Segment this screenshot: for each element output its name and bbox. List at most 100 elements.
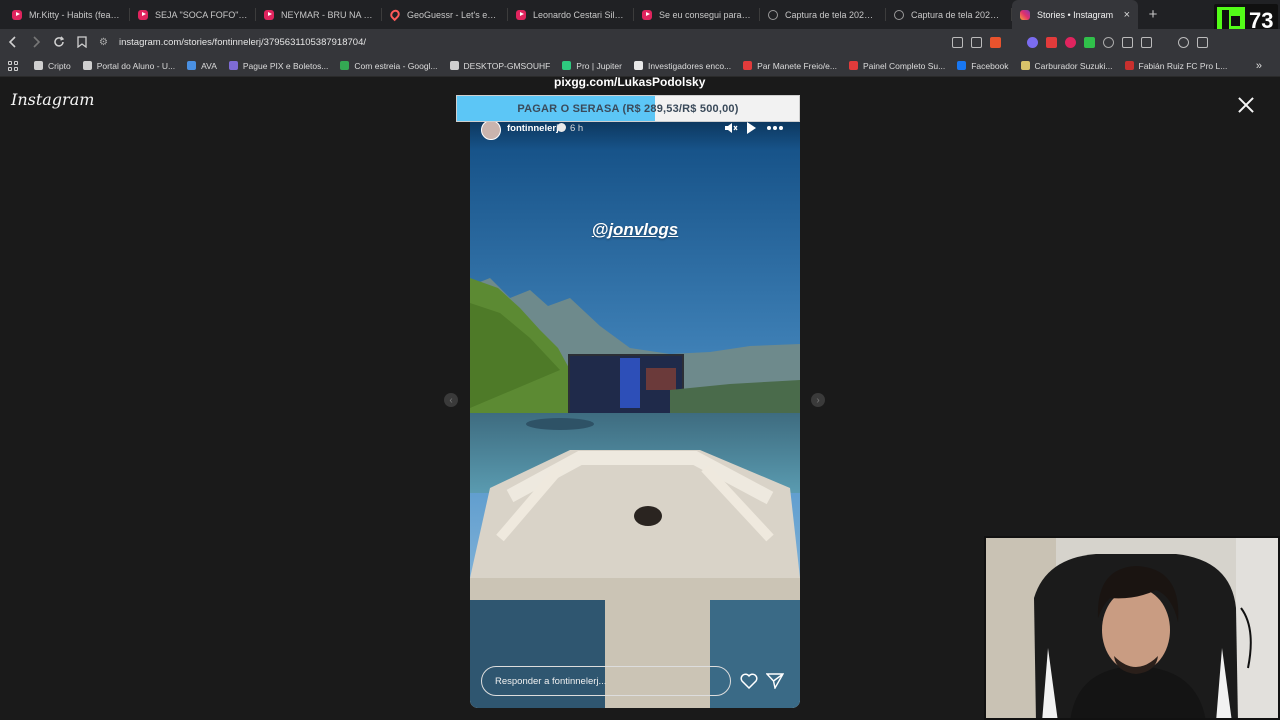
- bookmark-label: Com estreia - Googl...: [354, 60, 438, 71]
- browser-tab[interactable]: GeoGuessr - Let's explore: [382, 0, 508, 29]
- more-options-icon[interactable]: [767, 126, 783, 130]
- bookmark-item[interactable]: Cripto: [34, 61, 71, 71]
- drive-icon: [340, 61, 350, 70]
- extension-pink-icon[interactable]: [1065, 36, 1077, 48]
- bookmark-item[interactable]: Carburador Suzuki...: [1020, 61, 1113, 71]
- bookmark-item[interactable]: Painel Completo Su...: [848, 60, 946, 71]
- extension-purple-icon[interactable]: [1027, 36, 1039, 48]
- instagram-logo[interactable]: Instagram: [11, 90, 94, 109]
- more-bookmarks-button[interactable]: »: [1256, 60, 1262, 72]
- new-tab-button[interactable]: +: [1142, 4, 1164, 26]
- donation-goal-bar: PAGAR O SERASA (R$ 289,53/R$ 500,00): [456, 95, 800, 122]
- bookmark-label: Par Manete Freio/e...: [757, 60, 837, 71]
- bookmark-item[interactable]: Pro | Jupiter: [562, 61, 622, 71]
- jupiter-icon: [562, 61, 572, 70]
- shop-icon: [743, 61, 753, 70]
- youtube-icon: [138, 9, 148, 20]
- bookmark-item[interactable]: Portal do Aluno - U...: [82, 61, 175, 71]
- instagram-icon: [1020, 9, 1030, 20]
- browser-tab[interactable]: Mr.Kitty - Habits (feat. PAS: [4, 0, 130, 29]
- reload-button[interactable]: [50, 32, 69, 52]
- bookmark-item[interactable]: Investigadores enco...: [633, 60, 732, 71]
- share-icon[interactable]: [971, 36, 983, 48]
- arrow-left-icon: [9, 36, 16, 48]
- screen-icon[interactable]: [952, 36, 964, 48]
- bookmark-item[interactable]: DESKTOP-GMSOUHF: [449, 61, 550, 71]
- story-card[interactable]: fontinnelerj 6 h @jonvlogs Responder a f…: [470, 108, 800, 708]
- globe-icon: [82, 61, 92, 70]
- bookmark-label: Cripto: [48, 60, 71, 71]
- avatar[interactable]: [481, 120, 501, 140]
- desktop-icon: [449, 61, 459, 70]
- muted-speaker-icon[interactable]: [724, 121, 738, 135]
- ava-icon: [187, 61, 197, 70]
- sidebar-icon[interactable]: [1197, 36, 1209, 48]
- browser-toolbar: ⚙ instagram.com/stories/fontinnelerj/379…: [0, 29, 1280, 55]
- site-settings-icon[interactable]: ⚙: [99, 37, 111, 48]
- bookmark-label: Fabián Ruiz FC Pro L...: [1138, 60, 1228, 71]
- browser-tab[interactable]: SEJA "SOCA FOFO" EM 20: [130, 0, 256, 29]
- mention-sticker[interactable]: @jonvlogs: [470, 220, 800, 240]
- youtube-icon: [516, 9, 526, 20]
- close-tab-icon[interactable]: ×: [1118, 9, 1130, 21]
- google-icon: [633, 61, 643, 70]
- story-image: [470, 108, 800, 708]
- tab-title: GeoGuessr - Let's explore: [407, 9, 500, 20]
- browser-tab[interactable]: Leonardo Cestari Silva - Yo: [508, 0, 634, 29]
- pix-donation-name: pixgg.com/LukasPodolsky: [554, 75, 706, 89]
- heart-icon[interactable]: [740, 673, 758, 689]
- extension-red-icon[interactable]: [1046, 36, 1058, 48]
- capture-icon[interactable]: [1141, 36, 1153, 48]
- address-bar[interactable]: ⚙ instagram.com/stories/fontinnelerj/379…: [99, 32, 952, 52]
- streamer-webcam: [984, 536, 1280, 720]
- reply-input[interactable]: Responder a fontinnelerj...: [481, 666, 731, 696]
- extension-green-icon[interactable]: [1084, 36, 1096, 48]
- reload-icon: [54, 36, 65, 47]
- bookmark-item[interactable]: Par Manete Freio/e...: [743, 61, 837, 71]
- media-control-icon[interactable]: [1178, 36, 1190, 48]
- webcam-feed: [986, 538, 1278, 718]
- tab-title: Se eu consegui parar de fu: [659, 9, 752, 20]
- bookmarks-bar: Cripto Portal do Aluno - U... AVA Pague PIX…: [0, 55, 1280, 77]
- bookmark-page-button[interactable]: [72, 32, 91, 52]
- browser-tab[interactable]: Se eu consegui parar de fu: [634, 0, 760, 29]
- browser-tab-strip: Mr.Kitty - Habits (feat. PAS SEJA "SOCA F…: [0, 0, 1280, 29]
- bookmark-item[interactable]: AVA: [187, 61, 217, 71]
- tab-title: Stories • Instagram: [1037, 9, 1114, 20]
- globe-icon: [894, 9, 904, 20]
- forward-button[interactable]: [27, 32, 46, 52]
- extensions-puzzle-icon[interactable]: [1122, 36, 1134, 48]
- globe-icon: [768, 9, 778, 20]
- map-pin-icon: [388, 7, 402, 22]
- brave-shield-icon[interactable]: [990, 36, 1002, 48]
- send-icon[interactable]: [766, 673, 784, 689]
- bookmarks-list: Cripto Portal do Aluno - U... AVA Pague PIX…: [34, 61, 1239, 71]
- bookmark-item[interactable]: Com estreia - Googl...: [340, 60, 438, 71]
- browser-tab[interactable]: Captura de tela 2025-12-: [886, 0, 1012, 29]
- bookmark-label: Investigadores enco...: [647, 60, 732, 71]
- donation-goal-text: PAGAR O SERASA (R$ 289,53/R$ 500,00): [517, 102, 739, 115]
- futbin-icon: [1124, 61, 1134, 70]
- apps-grid-icon[interactable]: [8, 60, 18, 71]
- next-story-button[interactable]: ›: [811, 393, 825, 407]
- previous-story-button[interactable]: ‹: [444, 393, 458, 407]
- story-username[interactable]: fontinnelerj: [507, 123, 559, 134]
- tab-title: Mr.Kitty - Habits (feat. PAS: [29, 9, 122, 20]
- bookmark-label: Pague PIX e Boletos...: [242, 60, 329, 71]
- bookmark-label: Painel Completo Su...: [862, 60, 946, 71]
- arrow-right-icon: [33, 36, 41, 48]
- browser-tab[interactable]: Stories • Instagram ×: [1012, 0, 1138, 29]
- close-icon[interactable]: [1236, 95, 1256, 115]
- browser-tab[interactable]: Captura de tela 2025-12-2: [760, 0, 886, 29]
- browser-tab[interactable]: NEYMAR - BRU NA COZIN: [256, 0, 382, 29]
- bookmark-item[interactable]: Fabián Ruiz FC Pro L...: [1124, 60, 1228, 71]
- bookmark-item[interactable]: Facebook: [957, 61, 1009, 71]
- bookmark-label: Pro | Jupiter: [576, 60, 622, 71]
- bookmark-item[interactable]: Pague PIX e Boletos...: [228, 60, 329, 71]
- play-icon[interactable]: [747, 122, 756, 134]
- story-time: 6 h: [570, 123, 584, 134]
- youtube-icon: [12, 9, 22, 20]
- extension-gear-icon[interactable]: [1103, 36, 1115, 48]
- back-button[interactable]: [4, 32, 23, 52]
- chevron-right-icon: ›: [816, 394, 820, 406]
